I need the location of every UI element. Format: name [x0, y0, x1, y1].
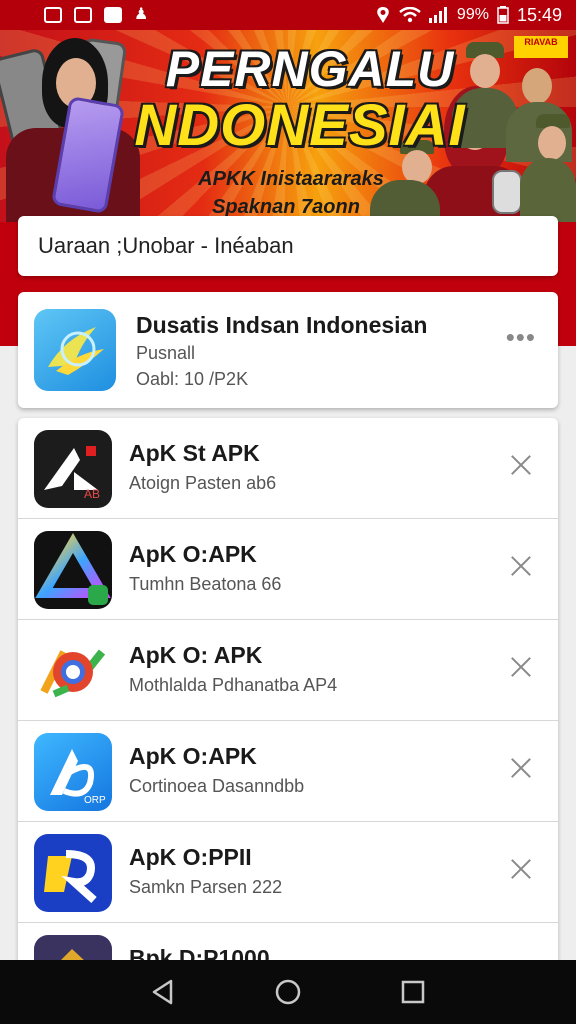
list-item[interactable]: ORP ApK O:APK Cortinoea Dasanndbb: [18, 721, 558, 822]
home-circle-icon: [275, 979, 301, 1005]
close-icon[interactable]: [506, 551, 536, 581]
battery-icon: [497, 6, 509, 24]
gallery-icon: [44, 7, 62, 23]
garuda-logo-icon: [48, 327, 104, 375]
system-icons: 99% 15:49: [375, 5, 562, 26]
blue-a-logo-icon: ORP: [34, 733, 112, 811]
ring-logo-icon: [34, 632, 112, 710]
app-title: ApK O:APK: [129, 541, 257, 567]
close-icon[interactable]: [506, 652, 536, 682]
k-icon: [104, 7, 122, 23]
close-icon[interactable]: [506, 854, 536, 884]
more-options-icon[interactable]: •••: [506, 322, 536, 353]
svg-text:ORP: ORP: [84, 795, 106, 806]
back-button[interactable]: [143, 972, 183, 1012]
featured-app-title: Dusatis Indsan Indonesian: [136, 312, 428, 338]
home-button[interactable]: [268, 972, 308, 1012]
featured-app-subtitle: Pusnall: [136, 343, 196, 363]
promo-banner[interactable]: RIAVAB PERNGALU NDONESIAI APKK Inistaara…: [0, 30, 576, 222]
banner-woman-left: [0, 30, 150, 222]
banner-title-line1: PERNGALU: [165, 41, 455, 97]
search-input[interactable]: Uaraan ;Unobar - Inéaban: [18, 216, 558, 276]
signal-icon: [428, 7, 447, 23]
mail-icon: [74, 7, 92, 23]
list-item[interactable]: ApK O: APK Mothlalda Pdhanatba AP4: [18, 620, 558, 721]
list-item[interactable]: AB ApK St APK Atoign Pasten ab6: [18, 418, 558, 519]
navigation-bar: [0, 960, 576, 1024]
location-icon: [377, 7, 389, 23]
close-icon[interactable]: [506, 753, 536, 783]
app-subtitle: Mothlalda Pdhanatba AP4: [129, 675, 338, 695]
back-triangle-icon: [152, 979, 172, 1005]
featured-app-icon[interactable]: [34, 309, 116, 391]
app-title: ApK St APK: [129, 440, 260, 466]
wifi-icon: [399, 7, 421, 23]
featured-app-card[interactable]: Dusatis Indsan Indonesian Pusnall Oabl: …: [18, 292, 558, 408]
clock: 15:49: [516, 4, 562, 25]
triangle-logo-icon: AB: [34, 430, 112, 508]
app-title: ApK O:PPII: [129, 844, 252, 870]
notification-icons: ♟: [44, 7, 148, 23]
svg-text:AB: AB: [84, 487, 100, 501]
app-list: AB ApK St APK Atoign Pasten ab6 ApK O:AP…: [18, 418, 558, 978]
banner-subtitle-1: APKK Inistaararaks: [198, 168, 384, 190]
search-query: Uaraan ;Unobar - Inéaban: [38, 233, 294, 258]
app-subtitle: Samkn Parsen 222: [129, 877, 283, 897]
app-subtitle: Cortinoea Dasanndbb: [129, 776, 305, 796]
app-title: ApK O: APK: [129, 642, 263, 668]
brand-badge: RIAVAB: [514, 36, 568, 58]
list-item[interactable]: ApK O:PPII Samkn Parsen 222: [18, 822, 558, 923]
status-bar: ♟ 99% 15:49: [0, 0, 576, 30]
app-subtitle: Tumhn Beatona 66: [129, 574, 282, 594]
list-item[interactable]: ApK O:APK Tumhn Beatona 66: [18, 519, 558, 620]
banner-title-line2: NDONESIAI: [134, 93, 466, 158]
prism-logo-icon: [34, 531, 112, 609]
figure-icon: ♟: [134, 6, 149, 23]
close-icon[interactable]: [506, 450, 536, 480]
recents-button[interactable]: [393, 972, 433, 1012]
battery-percent: 99%: [456, 6, 489, 23]
featured-app-meta: Oabl: 10 /P2K: [136, 369, 249, 389]
app-subtitle: Atoign Pasten ab6: [129, 473, 277, 493]
app-title: ApK O:APK: [129, 743, 257, 769]
r-logo-icon: [34, 834, 112, 912]
recents-square-icon: [402, 980, 425, 1004]
